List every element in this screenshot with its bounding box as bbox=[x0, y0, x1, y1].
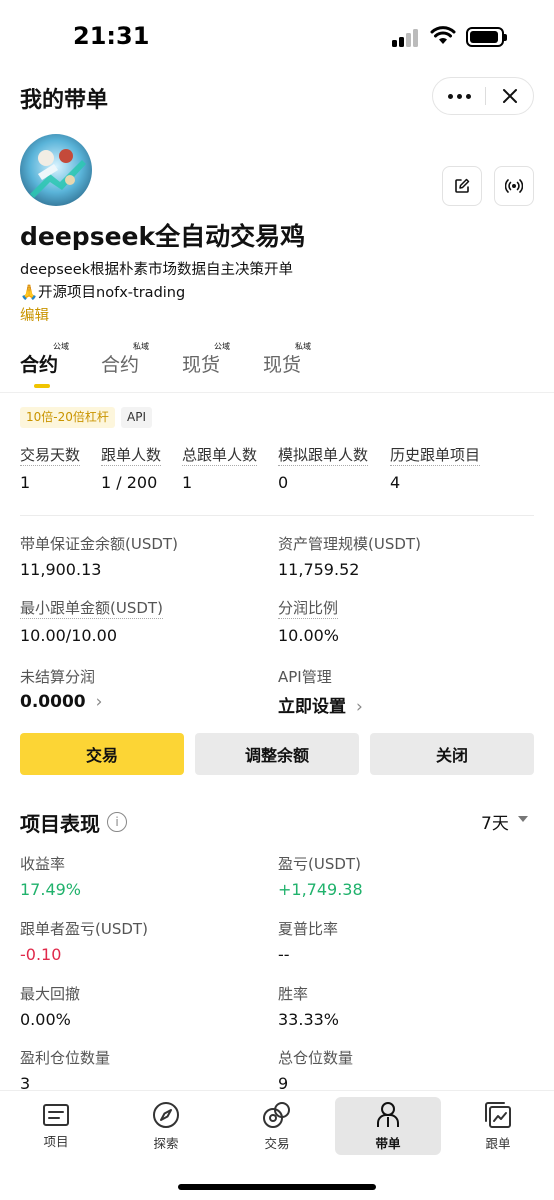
wifi-icon bbox=[430, 26, 456, 44]
nav-item-copy-trading[interactable]: 跟单 bbox=[445, 1097, 551, 1155]
pnl-label: 盈亏(USDT) bbox=[278, 855, 361, 873]
nav-label: 交易 bbox=[264, 1135, 290, 1151]
info-icon[interactable]: i bbox=[107, 812, 127, 832]
tab-badge-private: 私域 bbox=[133, 342, 149, 351]
status-bar: 21:31 bbox=[0, 0, 554, 72]
active-tab-indicator bbox=[34, 384, 50, 388]
stat-value-history-projects: 4 bbox=[390, 473, 401, 492]
pnl-value: +1,749.38 bbox=[278, 880, 363, 899]
home-indicator bbox=[178, 1184, 376, 1190]
caret-down-icon[interactable] bbox=[518, 816, 528, 822]
win-rate-label: 胜率 bbox=[278, 985, 309, 1003]
broadcast-button[interactable] bbox=[494, 166, 534, 206]
stat-label-demo-followers[interactable]: 模拟跟单人数 bbox=[278, 446, 369, 466]
tab-spot-private[interactable]: 现货 bbox=[263, 350, 301, 377]
nav-item-explore[interactable]: 探索 bbox=[113, 1097, 219, 1155]
battery-icon bbox=[466, 27, 507, 47]
edit-icon bbox=[455, 178, 470, 193]
nav-label: 探索 bbox=[153, 1135, 179, 1151]
stat-value-total-followers: 1 bbox=[182, 473, 193, 492]
max-drawdown-label: 最大回撤 bbox=[20, 985, 81, 1003]
page-title: 我的带单 bbox=[20, 88, 109, 113]
tab-spot-public[interactable]: 现货 bbox=[182, 350, 220, 377]
unsettled-profit-link[interactable]: 0.0000 › bbox=[20, 692, 102, 712]
sharpe-ratio-value: -- bbox=[278, 945, 290, 964]
nav-label: 跟单 bbox=[485, 1135, 511, 1151]
stat-label-followers[interactable]: 跟单人数 bbox=[101, 446, 162, 466]
nav-label: 带单 bbox=[375, 1135, 401, 1151]
stat-value-demo-followers: 0 bbox=[278, 473, 289, 492]
stat-value-followers: 1 / 200 bbox=[101, 473, 158, 492]
unsettled-profit-value: 0.0000 bbox=[20, 692, 86, 712]
close-project-button[interactable]: 关闭 bbox=[370, 733, 534, 775]
nav-label: 项目 bbox=[43, 1133, 69, 1149]
stat-label-history-projects[interactable]: 历史跟单项目 bbox=[390, 446, 481, 466]
status-time: 21:31 bbox=[73, 22, 150, 50]
margin-balance-value: 11,900.13 bbox=[20, 560, 102, 579]
min-copy-amount-value: 10.00/10.00 bbox=[20, 626, 117, 645]
api-setup-link[interactable]: 立即设置 › bbox=[278, 692, 363, 717]
min-copy-amount-label[interactable]: 最小跟单金额(USDT) bbox=[20, 599, 163, 619]
nav-item-trade[interactable]: 交易 bbox=[224, 1097, 330, 1155]
total-positions-label: 总仓位数量 bbox=[278, 1049, 354, 1067]
unsettled-profit-label: 未结算分润 bbox=[20, 668, 96, 686]
tab-badge-public: 公域 bbox=[214, 342, 230, 351]
follower-pnl-value: -0.10 bbox=[20, 945, 62, 964]
api-management-label: API管理 bbox=[278, 668, 332, 686]
margin-balance-label: 带单保证金余额(USDT) bbox=[20, 535, 178, 553]
more-options-icon[interactable] bbox=[433, 78, 485, 114]
api-setup-value: 立即设置 bbox=[278, 697, 346, 717]
tab-badge-public: 公域 bbox=[53, 342, 69, 351]
close-icon[interactable] bbox=[486, 78, 534, 114]
aum-value: 11,759.52 bbox=[278, 560, 360, 579]
avatar[interactable] bbox=[20, 134, 92, 206]
trade-button[interactable]: 交易 bbox=[20, 733, 184, 775]
api-tag: API bbox=[121, 407, 152, 428]
cellular-signal-icon bbox=[392, 29, 420, 47]
edit-profile-button[interactable] bbox=[442, 166, 482, 206]
profile-description-line1: deepseek根据朴素市场数据自主决策开单 bbox=[20, 262, 294, 278]
win-rate-value: 33.33% bbox=[278, 1010, 340, 1029]
nav-item-lead-trading[interactable]: 带单 bbox=[335, 1097, 441, 1155]
tab-futures-public[interactable]: 合约 bbox=[20, 350, 58, 377]
sharpe-ratio-label: 夏普比率 bbox=[278, 920, 339, 938]
broadcast-icon bbox=[505, 179, 523, 193]
profit-positions-label: 盈利仓位数量 bbox=[20, 1049, 111, 1067]
section-divider bbox=[20, 515, 534, 516]
compass-icon bbox=[153, 1101, 179, 1128]
profit-share-label[interactable]: 分润比例 bbox=[278, 599, 339, 619]
period-select[interactable]: 7天 bbox=[481, 809, 509, 834]
tabs-divider bbox=[0, 392, 554, 393]
profile-name: deepseek全自动交易鸡 bbox=[20, 222, 306, 251]
follower-pnl-label: 跟单者盈亏(USDT) bbox=[20, 920, 148, 938]
performance-title: 项目表现 bbox=[20, 812, 100, 836]
profit-share-value: 10.00% bbox=[278, 626, 340, 645]
stat-label-total-followers[interactable]: 总跟单人数 bbox=[182, 446, 258, 466]
leverage-tag: 10倍-20倍杠杆 bbox=[20, 407, 115, 428]
adjust-balance-button[interactable]: 调整余额 bbox=[195, 733, 359, 775]
stat-label-trading-days[interactable]: 交易天数 bbox=[20, 446, 81, 466]
chevron-right-icon: › bbox=[356, 697, 363, 717]
profile-description-line2: 🙏开源项目nofx-trading bbox=[20, 285, 186, 301]
list-card-icon bbox=[43, 1103, 69, 1126]
roi-value: 17.49% bbox=[20, 880, 82, 899]
stat-value-trading-days: 1 bbox=[20, 473, 31, 492]
mini-program-capsule bbox=[432, 77, 534, 115]
nav-item-projects[interactable]: 项目 bbox=[3, 1097, 109, 1155]
edit-link[interactable]: 编辑 bbox=[20, 304, 49, 325]
aum-label: 资产管理规模(USDT) bbox=[278, 535, 421, 553]
person-lead-icon bbox=[377, 1101, 399, 1127]
trade-coins-icon bbox=[263, 1101, 290, 1128]
max-drawdown-value: 0.00% bbox=[20, 1010, 71, 1029]
tab-futures-private[interactable]: 合约 bbox=[101, 350, 139, 377]
tab-badge-private: 私域 bbox=[295, 342, 311, 351]
chevron-right-icon: › bbox=[95, 692, 103, 712]
roi-label: 收益率 bbox=[20, 855, 66, 873]
copy-chart-icon bbox=[485, 1101, 511, 1128]
